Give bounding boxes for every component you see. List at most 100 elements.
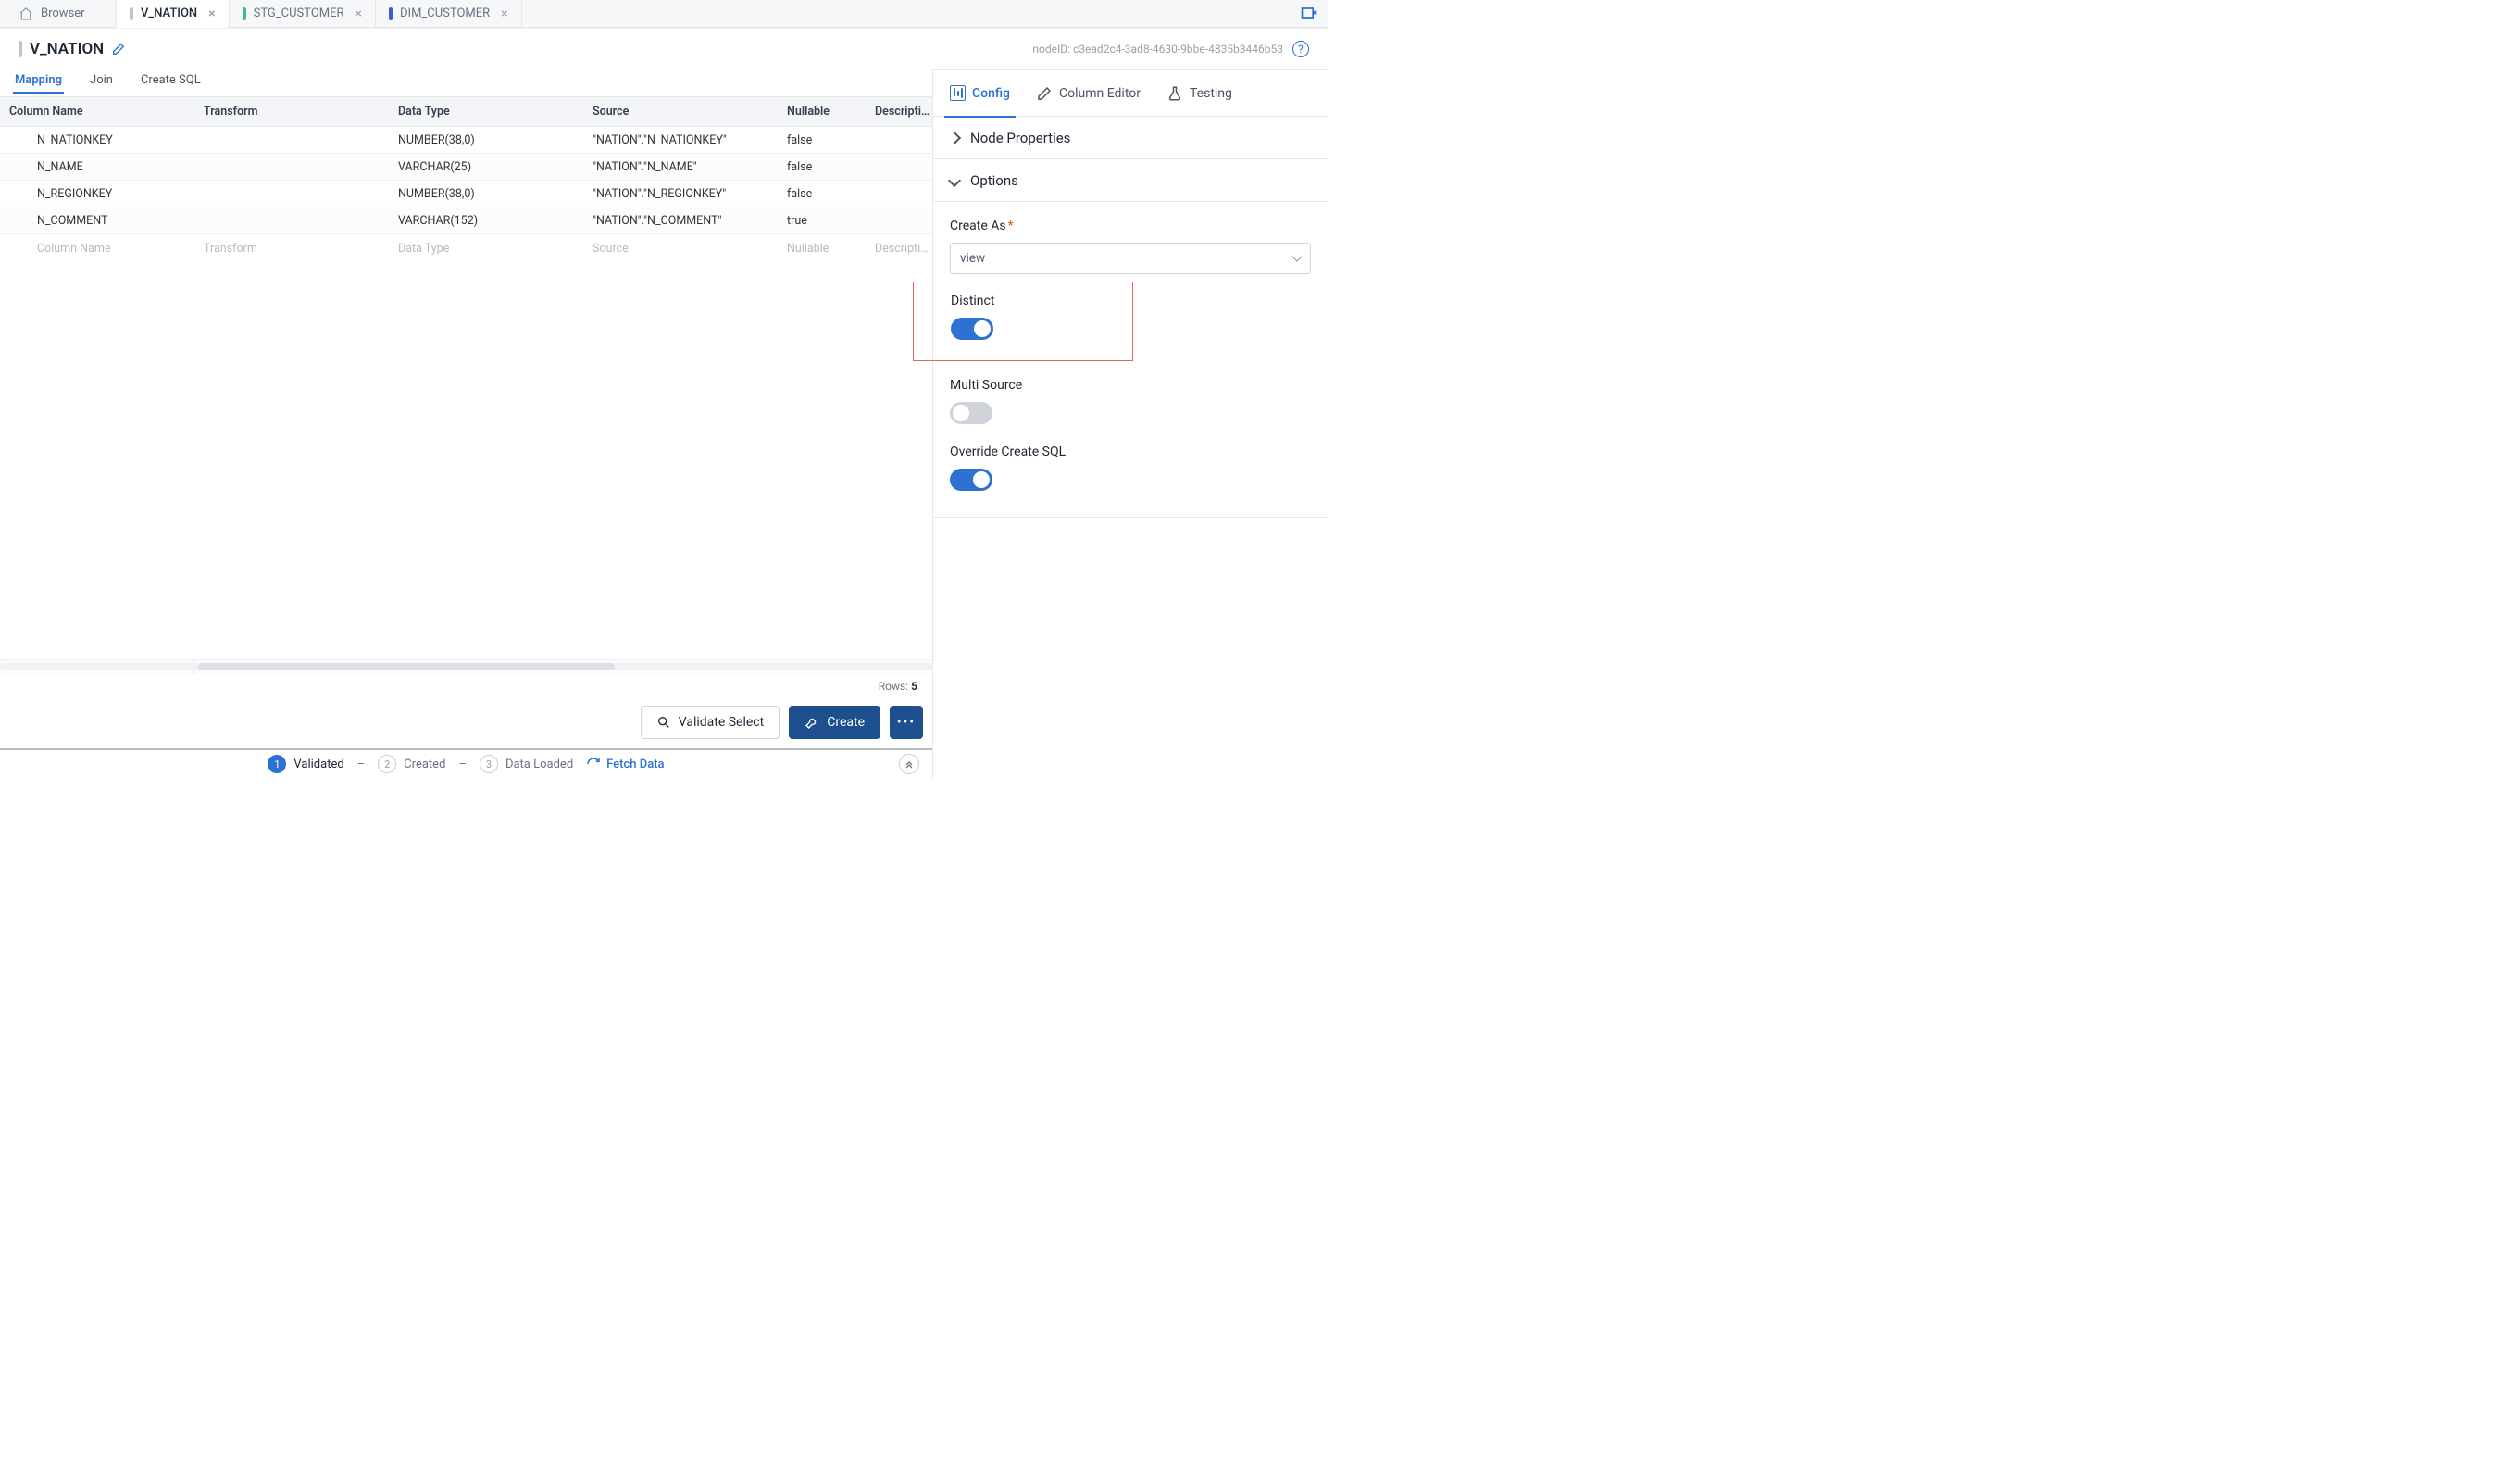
multi-source-label: Multi Source xyxy=(950,378,1311,393)
step-separator: – xyxy=(357,758,366,771)
step-label: Data Loaded xyxy=(505,758,573,771)
subtab-mapping[interactable]: Mapping xyxy=(15,73,62,93)
app-root: Browser V_NATION × STG_CUSTOMER × DIM_CU… xyxy=(0,0,1328,778)
cell-name: N_NATIONKEY xyxy=(0,133,194,147)
tab-color-dot xyxy=(130,7,133,20)
section-label: Node Properties xyxy=(970,130,1070,146)
rows-count: Rows: 5 xyxy=(0,674,932,698)
refresh-icon xyxy=(586,757,601,771)
distinct-option-highlighted: Distinct xyxy=(913,282,1133,361)
table-row[interactable]: N_NATIONKEY NUMBER(38,0) "NATION"."N_NAT… xyxy=(0,127,932,154)
expand-steps-button[interactable] xyxy=(899,754,919,774)
tab-dim-customer[interactable]: DIM_CUSTOMER × xyxy=(376,0,522,28)
step-number: 3 xyxy=(480,755,498,773)
tab-stg-customer[interactable]: STG_CUSTOMER × xyxy=(230,0,376,28)
home-icon xyxy=(19,6,33,21)
cell-nullable: false xyxy=(778,133,866,147)
step-data-loaded: 3 Data Loaded xyxy=(480,755,573,773)
table-row[interactable]: N_REGIONKEY NUMBER(38,0) "NATION"."N_REG… xyxy=(0,181,932,207)
step-separator: – xyxy=(458,758,467,771)
col-header-transform[interactable]: Transform xyxy=(194,105,389,119)
tab-label: DIM_CUSTOMER xyxy=(400,6,490,20)
table-body: N_NATIONKEY NUMBER(38,0) "NATION"."N_NAT… xyxy=(0,127,932,659)
cell-nullable: true xyxy=(778,214,866,228)
col-header-nullable[interactable]: Nullable xyxy=(778,105,866,119)
tab-v-nation[interactable]: V_NATION × xyxy=(117,0,230,28)
create-more-button[interactable]: ••• xyxy=(890,706,923,739)
node-header: V_NATION nodeID: c3ead2c4-3ad8-4630-9bbe… xyxy=(0,29,1328,69)
table-placeholder-row[interactable]: Column Name Transform Data Type Source N… xyxy=(0,234,932,262)
subtab-join[interactable]: Join xyxy=(90,73,113,93)
col-header-description[interactable]: Description xyxy=(866,105,940,119)
step-validated: 1 Validated xyxy=(268,755,343,773)
node-color-dot xyxy=(19,41,22,57)
cell-name: N_COMMENT xyxy=(0,214,194,228)
col-header-source[interactable]: Source xyxy=(583,105,778,119)
sidetab-column-editor[interactable]: Column Editor xyxy=(1027,70,1150,117)
rows-label: Rows: xyxy=(879,680,908,693)
col-header-datatype[interactable]: Data Type xyxy=(389,105,583,119)
override-sql-label: Override Create SQL xyxy=(950,445,1311,459)
sidetab-label: Column Editor xyxy=(1059,86,1141,101)
ph-source: Source xyxy=(583,242,778,256)
distinct-toggle[interactable] xyxy=(951,318,993,340)
override-sql-toggle[interactable] xyxy=(950,469,992,491)
table-row[interactable]: N_COMMENT VARCHAR(152) "NATION"."N_COMME… xyxy=(0,207,932,234)
new-window-icon[interactable] xyxy=(1300,4,1318,22)
cell-datatype: NUMBER(38,0) xyxy=(389,133,583,147)
step-label: Validated xyxy=(293,758,343,771)
section-options[interactable]: Options xyxy=(933,159,1328,202)
create-button[interactable]: Create xyxy=(789,706,880,739)
edit-icon[interactable] xyxy=(111,42,126,56)
cell-source: "NATION"."N_COMMENT" xyxy=(583,214,778,228)
cell-source: "NATION"."N_NAME" xyxy=(583,160,778,174)
create-as-select[interactable]: view xyxy=(950,243,1311,274)
search-icon xyxy=(656,715,671,730)
close-icon[interactable]: × xyxy=(208,7,215,20)
table-row[interactable]: N_NAME VARCHAR(25) "NATION"."N_NAME" fal… xyxy=(0,154,932,181)
tab-color-dot xyxy=(389,7,393,20)
ph-nullable: Nullable xyxy=(778,242,866,256)
sidetab-label: Config xyxy=(972,86,1010,101)
ph-description: Description xyxy=(866,242,932,256)
step-created: 2 Created xyxy=(378,755,445,773)
distinct-label: Distinct xyxy=(951,294,1088,308)
subtab-create-sql[interactable]: Create SQL xyxy=(141,73,201,93)
sidetab-label: Testing xyxy=(1190,86,1232,101)
cell-datatype: VARCHAR(152) xyxy=(389,214,583,228)
side-panel: Config Column Editor Testing Node Proper… xyxy=(933,69,1328,778)
ph-datatype: Data Type xyxy=(389,242,583,256)
close-icon[interactable]: × xyxy=(356,7,362,20)
content-split: Mapping Join Create SQL Column Name Tran… xyxy=(0,69,1328,778)
table-header-row: Column Name Transform Data Type Source N… xyxy=(0,97,932,127)
tab-color-dot xyxy=(243,7,246,20)
horizontal-scrollbar[interactable] xyxy=(0,659,932,674)
multi-source-option: Multi Source xyxy=(950,378,1311,428)
browser-tab-label: Browser xyxy=(41,6,85,20)
cell-source: "NATION"."N_NATIONKEY" xyxy=(583,133,778,147)
node-title: V_NATION xyxy=(30,40,104,58)
sidetab-testing[interactable]: Testing xyxy=(1157,70,1241,117)
multi-source-toggle[interactable] xyxy=(950,402,992,424)
help-icon[interactable]: ? xyxy=(1292,41,1309,57)
chevron-down-icon xyxy=(948,173,961,186)
config-icon xyxy=(950,85,966,101)
ph-name: Column Name xyxy=(0,242,194,256)
sidetab-config[interactable]: Config xyxy=(941,70,1019,117)
validate-select-button[interactable]: Validate Select xyxy=(641,706,780,739)
browser-tab[interactable]: Browser xyxy=(6,0,117,28)
validate-select-label: Validate Select xyxy=(679,715,764,730)
col-header-name[interactable]: Column Name xyxy=(0,105,194,119)
chevron-right-icon xyxy=(948,131,961,144)
step-number: 1 xyxy=(268,755,286,773)
close-icon[interactable]: × xyxy=(501,7,507,20)
cell-datatype: VARCHAR(25) xyxy=(389,160,583,174)
section-node-properties[interactable]: Node Properties xyxy=(933,117,1328,159)
fetch-data-button[interactable]: Fetch Data xyxy=(586,757,664,771)
ph-transform: Transform xyxy=(194,242,389,256)
chevron-down-icon xyxy=(1291,251,1302,261)
options-body: Create As* view Distinct Multi Source xyxy=(933,202,1328,518)
pencil-icon xyxy=(1036,85,1053,102)
fetch-data-label: Fetch Data xyxy=(606,758,664,771)
more-icon: ••• xyxy=(897,715,916,730)
